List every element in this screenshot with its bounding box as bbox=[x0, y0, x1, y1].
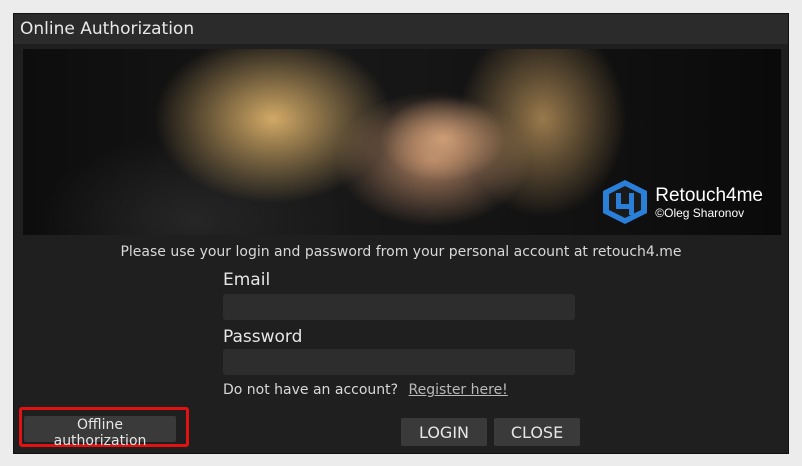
retouch4me-logo-icon bbox=[603, 180, 648, 224]
banner-image: Retouch4me ©Oleg Sharonov bbox=[23, 49, 781, 235]
dialog-title: Online Authorization bbox=[14, 14, 788, 44]
login-button[interactable]: LOGIN bbox=[401, 418, 487, 446]
register-row: Do not have an account? Register here! bbox=[223, 382, 508, 398]
email-label: Email bbox=[223, 270, 271, 290]
brand-credit: ©Oleg Sharonov bbox=[655, 205, 745, 220]
password-field[interactable] bbox=[223, 349, 575, 375]
info-text: Please use your login and password from … bbox=[120, 244, 682, 260]
brand-logo-block: Retouch4me ©Oleg Sharonov bbox=[601, 179, 763, 225]
offline-authorization-button[interactable]: Offline authorization bbox=[24, 416, 176, 449]
password-label: Password bbox=[223, 327, 303, 347]
brand-name: Retouch4me bbox=[655, 184, 763, 206]
close-button[interactable]: CLOSE bbox=[494, 418, 580, 446]
email-field[interactable] bbox=[223, 294, 575, 320]
no-account-text: Do not have an account? bbox=[223, 382, 399, 398]
online-authorization-dialog: Online Authorization Retouch4me ©Oleg Sh… bbox=[13, 13, 789, 454]
register-link[interactable]: Register here! bbox=[409, 382, 508, 398]
